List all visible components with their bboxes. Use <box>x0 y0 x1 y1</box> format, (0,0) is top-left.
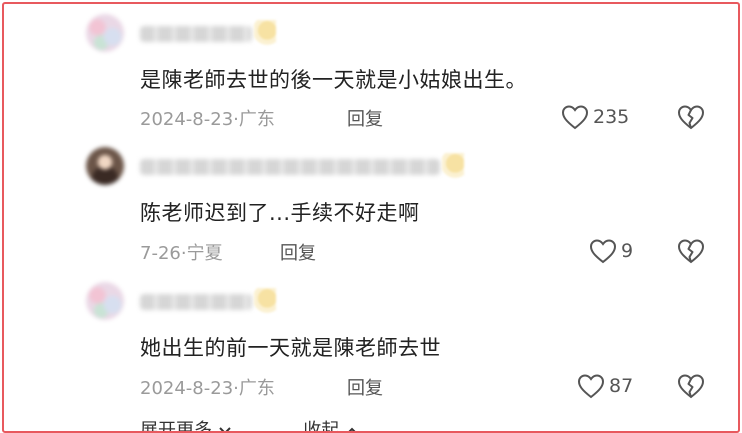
expand-more-button[interactable]: 展开更多 <box>140 416 232 433</box>
broken-heart-icon <box>677 105 705 130</box>
comment-date: 2024-8-23 <box>140 109 234 130</box>
like-button[interactable]: 9 <box>589 238 633 264</box>
heart-outline-icon <box>561 105 589 130</box>
comment-date: 2024-8-23 <box>140 378 234 399</box>
comment-footer: 展开更多 收起 <box>140 416 359 433</box>
user-badge-icon <box>254 288 276 314</box>
user-badge-icon <box>442 153 464 179</box>
like-button[interactable]: 87 <box>577 373 633 399</box>
reply-button[interactable]: 回复 <box>347 374 383 400</box>
reply-button[interactable]: 回复 <box>347 105 383 131</box>
comment-item: 陈老师迟到了...手续不好走啊 7-26·宁夏 回复 9 <box>4 147 738 272</box>
collapse-button[interactable]: 收起 <box>303 416 359 433</box>
heart-outline-icon <box>589 239 617 264</box>
like-count: 87 <box>609 375 634 397</box>
comment-item: 她出生的前一天就是陳老師去世 2024-8-23·广东 回复 87 <box>4 282 738 407</box>
chevron-up-icon <box>348 427 356 431</box>
comment-text: 她出生的前一天就是陳老師去世 <box>140 336 441 360</box>
comment-text: 陈老师迟到了...手续不好走啊 <box>140 201 420 225</box>
avatar[interactable] <box>86 147 124 185</box>
username-redacted[interactable] <box>140 159 440 175</box>
like-count: 9 <box>621 240 634 262</box>
dislike-button[interactable] <box>677 238 705 268</box>
chevron-down-icon <box>219 427 231 431</box>
comment-item: 是陳老師去世的後一天就是小姑娘出生。 2024-8-23·广东 回复 235 <box>4 14 738 139</box>
dislike-button[interactable] <box>677 104 705 134</box>
reply-button[interactable]: 回复 <box>280 239 316 265</box>
comment-location: 广东 <box>238 109 275 130</box>
comment-meta: 2024-8-23·广东 <box>140 105 275 131</box>
username-redacted[interactable] <box>140 294 252 310</box>
user-badge-icon <box>254 20 276 46</box>
comment-text: 是陳老師去世的後一天就是小姑娘出生。 <box>140 68 527 92</box>
comment-location: 宁夏 <box>186 243 223 264</box>
broken-heart-icon <box>677 374 705 399</box>
expand-more-label: 展开更多 <box>140 420 212 433</box>
like-button[interactable]: 235 <box>561 104 629 130</box>
comment-location: 广东 <box>238 378 275 399</box>
collapse-label: 收起 <box>303 420 340 433</box>
comment-date: 7-26 <box>140 243 181 264</box>
comment-meta: 2024-8-23·广东 <box>140 374 275 400</box>
like-count: 235 <box>593 106 630 128</box>
broken-heart-icon <box>677 239 705 264</box>
dislike-button[interactable] <box>677 373 705 403</box>
avatar[interactable] <box>86 282 124 320</box>
comment-meta: 7-26·宁夏 <box>140 239 223 265</box>
avatar[interactable] <box>86 14 124 52</box>
username-redacted[interactable] <box>140 26 252 42</box>
comment-list: 是陳老師去世的後一天就是小姑娘出生。 2024-8-23·广东 回复 235 陈… <box>2 2 740 433</box>
heart-outline-icon <box>577 374 605 399</box>
